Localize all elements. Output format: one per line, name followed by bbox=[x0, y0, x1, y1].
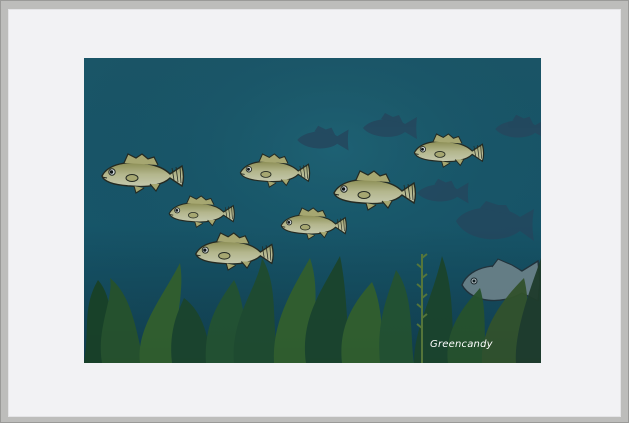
underwater-illustration: Greencandy bbox=[84, 58, 541, 363]
aquarium-artwork bbox=[84, 58, 541, 363]
artist-signature: Greencandy bbox=[430, 339, 493, 350]
